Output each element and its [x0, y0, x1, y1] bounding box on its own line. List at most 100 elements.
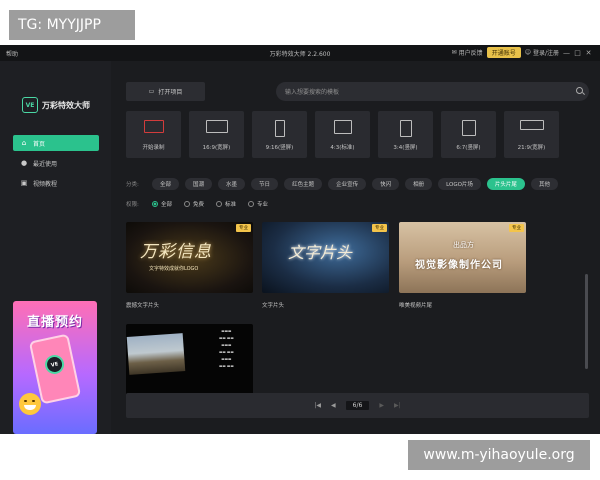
thumbnail-subline: 文字特效成就你LOGO [149, 266, 199, 272]
first-page-button[interactable]: |◀ [314, 402, 321, 409]
feedback-label: 用户反馈 [458, 50, 483, 57]
ratio-label: 16:9(宽屏) [202, 145, 231, 151]
chip-festival[interactable]: 节日 [251, 178, 279, 190]
radio-all[interactable]: 全部 [152, 200, 172, 208]
chip-album[interactable]: 相册 [405, 178, 433, 190]
title-bar-actions: ✉ 用户反馈 开通账号 ☺ 登录/注册 — □ ✕ [452, 47, 592, 58]
ratio-label: 9:16(竖屏) [265, 145, 294, 151]
pro-badge: 专业 [509, 224, 524, 232]
chip-red-theme[interactable]: 红色主题 [284, 178, 323, 190]
widescreen-icon [205, 120, 228, 133]
ratio-3-4[interactable]: 3:4(竖屏) [378, 111, 433, 158]
last-page-button[interactable]: ▶| [394, 402, 401, 409]
logo-badge: VE [22, 97, 38, 113]
ratio-6-7[interactable]: 6:7(竖屏) [441, 111, 496, 158]
template-card[interactable]: 出品方 视觉影像制作公司 专业 唯美视频片尾 [399, 222, 526, 309]
template-thumbnail[interactable]: 文字片头 专业 [262, 222, 389, 293]
chip-ink[interactable]: 水墨 [218, 178, 246, 190]
main-panel: ▭ 打开项目 输入想要搜索的模板 开始录制 16:9(宽屏) 9:16(竖屏) … [111, 61, 600, 434]
scrollbar[interactable] [585, 274, 588, 369]
template-card[interactable]: 万彩信息 文字特效成就你LOGO 专业 震撼文字片头 [126, 222, 253, 309]
standard-icon [333, 120, 352, 134]
radio-button-icon [184, 201, 191, 207]
chip-other[interactable]: 其他 [530, 178, 558, 190]
search-icon[interactable] [576, 87, 583, 94]
login-link[interactable]: ☺ 登录/注册 [525, 48, 559, 57]
template-name: 震撼文字片头 [126, 303, 160, 309]
user-icon: ☺ [524, 49, 531, 56]
thumbnail-subline: 视觉影像制作公司 [415, 260, 503, 271]
radio-pro[interactable]: 专业 [248, 200, 268, 208]
ratio-16-9[interactable]: 16:9(宽屏) [189, 111, 244, 158]
template-card[interactable]: ▬▬▬ ▬▬ ▬▬ ▬▬▬ ▬▬ ▬▬ ▬▬▬ ▬▬ ▬▬ [126, 324, 253, 395]
minimize-button[interactable]: — [563, 49, 570, 57]
search-placeholder: 输入想要搜索的模板 [285, 89, 340, 96]
prev-page-button[interactable]: ◀ [331, 402, 336, 409]
category-filter: 分类: 全部 国潮 水墨 节日 红色主题 企业宣传 快闪 相册 LOGO片场 片… [126, 178, 558, 190]
chip-guochao[interactable]: 国潮 [185, 178, 213, 190]
radio-free[interactable]: 免费 [184, 200, 204, 208]
ratio-label: 开始录制 [142, 145, 165, 151]
template-thumbnail[interactable]: 出品方 视觉影像制作公司 专业 [399, 222, 526, 293]
radio-button-icon [216, 201, 223, 207]
radio-standard[interactable]: 标准 [216, 200, 236, 208]
ratio-21-9[interactable]: 21:9(宽屏) [504, 111, 559, 158]
chip-logo[interactable]: LOGO片场 [438, 178, 481, 190]
phone-illustration: VE [28, 333, 82, 405]
sidebar-item-label: 首页 [33, 140, 46, 148]
next-page-button[interactable]: ▶ [379, 402, 384, 409]
category-label: 分类: [126, 182, 139, 188]
app-window: 帮助 万彩特效大师 2.2.600 ✉ 用户反馈 开通账号 ☺ 登录/注册 — … [0, 45, 600, 434]
search-input[interactable]: 输入想要搜索的模板 [276, 82, 589, 101]
chip-intro-outro[interactable]: 片头片尾 [486, 178, 525, 190]
radio-label: 免费 [193, 202, 205, 208]
template-thumbnail[interactable]: ▬▬▬ ▬▬ ▬▬ ▬▬▬ ▬▬ ▬▬ ▬▬▬ ▬▬ ▬▬ [126, 324, 253, 395]
radio-label: 专业 [257, 202, 269, 208]
title-bar: 帮助 万彩特效大师 2.2.600 ✉ 用户反馈 开通账号 ☺ 登录/注册 — … [0, 45, 600, 61]
login-label: 登录/注册 [532, 50, 559, 57]
record-icon [143, 120, 164, 133]
smile-emoji-icon [19, 393, 41, 415]
sidebar-item-tutorials[interactable]: ▣ 视频教程 [13, 175, 99, 191]
portrait-icon [274, 120, 285, 137]
upgrade-button[interactable]: 开通账号 [486, 47, 521, 58]
promo-title: 直播预约 [26, 315, 83, 330]
ratio-record[interactable]: 开始录制 [126, 111, 181, 158]
usage-filter: 权限: 全部 免费 标准 专业 [126, 200, 274, 208]
chip-flash[interactable]: 快闪 [372, 178, 400, 190]
ratio-9-16[interactable]: 9:16(竖屏) [252, 111, 307, 158]
sidebar-item-label: 最近使用 [33, 160, 58, 168]
maximize-button[interactable]: □ [574, 49, 581, 57]
pro-badge: 专业 [372, 224, 387, 232]
sidebar-nav: ⌂ 首页 ● 最近使用 ▣ 视频教程 [13, 135, 99, 195]
aspect-ratio-list: 开始录制 16:9(宽屏) 9:16(竖屏) 4:3(标准) 3:4(竖屏) 6… [126, 111, 559, 158]
logo-text: 万彩特效大师 [42, 100, 90, 110]
radio-button-icon [152, 201, 158, 207]
thumbnail-headline: 出品方 [453, 241, 474, 249]
chip-all[interactable]: 全部 [152, 178, 180, 190]
page-indicator: 6/6 [345, 401, 370, 410]
sidebar-item-recent[interactable]: ● 最近使用 [13, 155, 99, 171]
template-card[interactable]: 文字片头 专业 文字片头 [262, 222, 389, 309]
thumbnail-headline: 文字片头 [288, 243, 353, 262]
feedback-icon: ✉ [451, 49, 457, 56]
template-thumbnail[interactable]: 万彩信息 文字特效成就你LOGO 专业 [126, 222, 253, 293]
usage-label: 权限: [126, 202, 139, 208]
ratio-label: 4:3(标准) [330, 145, 355, 151]
pro-badge: 专业 [236, 224, 251, 232]
sidebar-item-home[interactable]: ⌂ 首页 [13, 135, 99, 151]
radio-label: 全部 [161, 202, 173, 208]
radio-button-icon [248, 201, 255, 207]
ratio-4-3[interactable]: 4:3(标准) [315, 111, 370, 158]
live-promo-banner[interactable]: 直播预约 VE [13, 301, 97, 434]
watermark-top: TG: MYYJJPP [9, 10, 135, 40]
open-project-button[interactable]: ▭ 打开项目 [126, 82, 205, 101]
close-button[interactable]: ✕ [585, 49, 592, 57]
watermark-bottom: www.m-yihaoyule.org [408, 440, 590, 470]
ratio-label: 21:9(宽屏) [517, 145, 546, 151]
square-icon [461, 120, 476, 136]
photo-frame [126, 333, 186, 375]
chip-corporate[interactable]: 企业宣传 [328, 178, 367, 190]
feedback-link[interactable]: ✉ 用户反馈 [452, 48, 483, 57]
ratio-label: 6:7(竖屏) [456, 145, 481, 151]
